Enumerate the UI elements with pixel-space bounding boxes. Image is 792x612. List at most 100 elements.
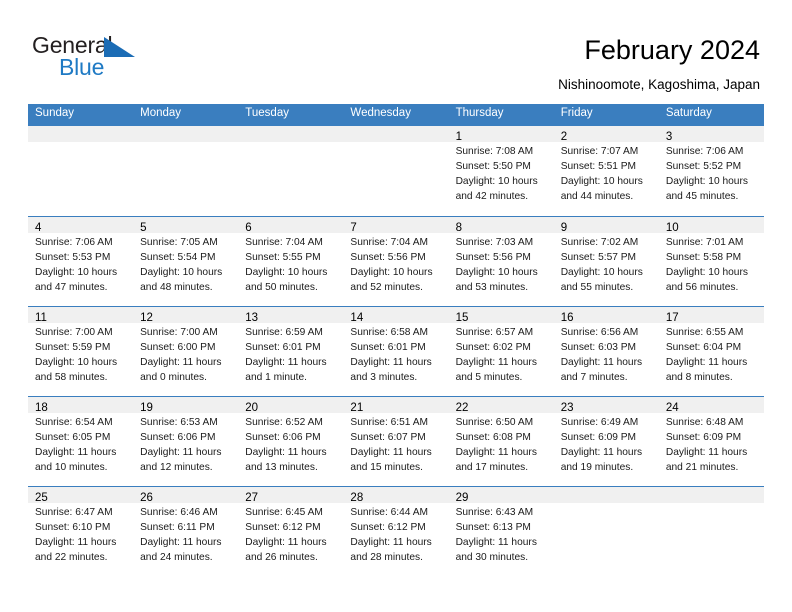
daylight-duration-line2: and 58 minutes. [35,371,108,383]
daylight-duration-line1: Daylight: 10 hours [245,266,328,278]
calendar-day-cell[interactable]: 29 Sunrise: 6:43 AM Sunset: 6:13 PM Dayligh… [448,487,554,576]
brand-triangle-icon [104,37,135,57]
brand-logo[interactable]: General Blue [32,34,232,90]
daylight-duration-line1: Daylight: 10 hours [665,266,748,278]
sunset-time: Sunset: 6:05 PM [35,431,111,443]
sunset-time: Sunset: 5:52 PM [665,160,742,172]
daylight-duration-line1: Daylight: 11 hours [350,536,432,548]
day-details: Sunrise: 7:04 AM Sunset: 5:56 PM Daylight:… [343,233,448,296]
daylight-duration-line2: and 7 minutes. [560,371,628,383]
calendar-day-cell[interactable]: 6 Sunrise: 7:04 AM Sunset: 5:55 PM Daylight… [238,217,344,306]
calendar-day-cell[interactable]: 18 Sunrise: 6:54 AM Sunset: 6:05 PM Dayligh… [28,397,134,486]
sunset-time: Sunset: 6:00 PM [140,341,216,353]
day-number-band: 25 [28,487,134,504]
sunset-time: Sunset: 6:12 PM [350,521,426,533]
daylight-duration-line2: and 26 minutes. [245,551,318,563]
calendar-day-cell[interactable]: 23 Sunrise: 6:49 AM Sunset: 6:09 PM Dayligh… [553,397,659,486]
calendar-day-cell[interactable]: 5 Sunrise: 7:05 AM Sunset: 5:54 PM Daylight… [133,217,239,306]
calendar-day-cell[interactable]: 10 Sunrise: 7:01 AM Sunset: 5:58 PM Dayligh… [658,217,764,306]
sunset-time: Sunset: 6:13 PM [455,521,531,533]
daylight-duration-line2: and 1 minute. [245,371,308,383]
calendar-day-cell[interactable]: 17 Sunrise: 6:55 AM Sunset: 6:04 PM Dayligh… [658,307,764,396]
sunrise-time: Sunrise: 7:00 AM [140,327,218,338]
day-number-band: 4 [28,217,134,234]
day-number: 18 [35,402,48,414]
day-number-band: 17 [658,307,764,324]
calendar-day-cell[interactable]: 28 Sunrise: 6:44 AM Sunset: 6:12 PM Dayligh… [343,487,449,576]
day-number: 5 [140,222,147,234]
day-number-band: 18 [28,397,134,414]
day-details: Sunrise: 7:06 AM Sunset: 5:53 PM Daylight:… [28,233,133,296]
sunset-time: Sunset: 6:01 PM [350,341,426,353]
calendar-day-cell[interactable]: 21 Sunrise: 6:51 AM Sunset: 6:07 PM Dayligh… [343,397,449,486]
calendar-day-cell[interactable]: 15 Sunrise: 6:57 AM Sunset: 6:02 PM Dayligh… [448,307,554,396]
daylight-duration-line1: Daylight: 11 hours [140,446,222,458]
calendar-day-cell[interactable]: 8 Sunrise: 7:03 AM Sunset: 5:56 PM Daylight… [448,217,554,306]
daylight-duration-line2: and 12 minutes. [140,461,213,473]
sunset-time: Sunset: 6:04 PM [665,341,742,353]
calendar-day-cell[interactable]: 12 Sunrise: 7:00 AM Sunset: 6:00 PM Dayligh… [133,307,239,396]
calendar-day-cell[interactable]: 25 Sunrise: 6:47 AM Sunset: 6:10 PM Dayligh… [28,487,134,576]
day-number-band: 20 [238,397,344,414]
calendar-day-cell[interactable]: 16 Sunrise: 6:56 AM Sunset: 6:03 PM Dayligh… [553,307,659,396]
daylight-duration-line2: and 52 minutes. [350,281,423,293]
day-details: Sunrise: 7:01 AM Sunset: 5:58 PM Daylight:… [659,233,764,296]
day-details: Sunrise: 7:02 AM Sunset: 5:57 PM Daylight:… [554,233,659,296]
calendar-day-cell-empty [343,126,449,216]
sunset-time: Sunset: 6:01 PM [245,341,321,353]
calendar-day-cell[interactable]: 19 Sunrise: 6:53 AM Sunset: 6:06 PM Dayligh… [133,397,239,486]
day-number: 26 [140,492,153,504]
sunrise-time: Sunrise: 7:05 AM [140,237,218,248]
day-number: 9 [560,222,568,234]
calendar-day-cell[interactable]: 20 Sunrise: 6:52 AM Sunset: 6:06 PM Dayligh… [238,397,344,486]
calendar-day-cell[interactable]: 11 Sunrise: 7:00 AM Sunset: 5:59 PM Dayligh… [28,307,134,396]
day-details: Sunrise: 6:52 AM Sunset: 6:06 PM Daylight:… [238,413,343,476]
calendar-day-cell[interactable]: 9 Sunrise: 7:02 AM Sunset: 5:57 PM Daylight… [553,217,659,306]
day-number: 14 [350,312,364,324]
calendar-day-cell[interactable]: 13 Sunrise: 6:59 AM Sunset: 6:01 PM Dayligh… [238,307,344,396]
day-number-band: 10 [658,217,764,234]
sunset-time: Sunset: 6:03 PM [560,341,637,353]
calendar-day-cell[interactable]: 22 Sunrise: 6:50 AM Sunset: 6:08 PM Dayligh… [448,397,554,486]
weekday-header-row: Sunday Monday Tuesday Wednesday Thursday… [28,104,764,126]
sunrise-time: Sunrise: 6:55 AM [665,327,744,338]
daylight-duration-line1: Daylight: 11 hours [35,536,117,548]
calendar-day-cell[interactable]: 7 Sunrise: 7:04 AM Sunset: 5:56 PM Daylight… [343,217,449,306]
calendar-day-cell[interactable]: 2 Sunrise: 7:07 AM Sunset: 5:51 PM Daylight… [553,126,659,216]
day-details: Sunrise: 7:08 AM Sunset: 5:50 PM Daylight:… [449,142,554,205]
calendar-day-cell[interactable]: 1 Sunrise: 7:08 AM Sunset: 5:50 PM Daylight… [448,126,554,216]
sunset-time: Sunset: 5:55 PM [245,251,321,263]
calendar-day-cell[interactable]: 26 Sunrise: 6:46 AM Sunset: 6:11 PM Dayligh… [133,487,239,576]
day-number: 7 [350,222,357,234]
calendar-day-cell[interactable]: 14 Sunrise: 6:58 AM Sunset: 6:01 PM Dayligh… [343,307,449,396]
day-number: 8 [455,222,462,234]
sunset-time: Sunset: 5:51 PM [560,160,637,172]
sunset-time: Sunset: 5:50 PM [455,160,531,172]
calendar-week-row: 1 Sunrise: 7:08 AM Sunset: 5:50 PM Daylight… [28,126,764,216]
sunset-time: Sunset: 6:08 PM [455,431,531,443]
sunset-time: Sunset: 6:11 PM [140,521,215,533]
sunrise-time: Sunrise: 6:43 AM [455,507,534,518]
day-details: Sunrise: 6:54 AM Sunset: 6:05 PM Daylight:… [28,413,133,476]
calendar-week-row: 18 Sunrise: 6:54 AM Sunset: 6:05 PM Dayligh… [28,396,764,486]
page-subtitle-location: Nishinoomote, Kagoshima, Japan [558,77,760,92]
sunset-time: Sunset: 6:12 PM [245,521,321,533]
calendar-page: General Blue February 2024 Nishinoomote,… [0,0,792,612]
calendar-day-cell[interactable]: 27 Sunrise: 6:45 AM Sunset: 6:12 PM Dayligh… [238,487,344,576]
calendar-day-cell[interactable]: 24 Sunrise: 6:48 AM Sunset: 6:09 PM Dayligh… [658,397,764,486]
day-number-band: 15 [448,307,554,324]
day-number-band [28,126,134,142]
daylight-duration-line2: and 24 minutes. [140,551,213,563]
sunset-time: Sunset: 5:53 PM [35,251,111,263]
day-details: Sunrise: 7:06 AM Sunset: 5:52 PM Daylight:… [659,142,764,205]
sunset-time: Sunset: 6:10 PM [35,521,111,533]
daylight-duration-line1: Daylight: 11 hours [665,446,748,458]
day-number: 6 [245,222,252,234]
day-details: Sunrise: 7:00 AM Sunset: 6:00 PM Daylight:… [133,323,238,386]
sunset-time: Sunset: 6:02 PM [455,341,531,353]
calendar-day-cell[interactable]: 3 Sunrise: 7:06 AM Sunset: 5:52 PM Daylight… [658,126,764,216]
day-number: 2 [560,131,568,143]
day-number-band: 27 [238,487,344,504]
calendar-day-cell[interactable]: 4 Sunrise: 7:06 AM Sunset: 5:53 PM Daylight… [28,217,134,306]
page-header: General Blue February 2024 Nishinoomote,… [0,0,792,104]
